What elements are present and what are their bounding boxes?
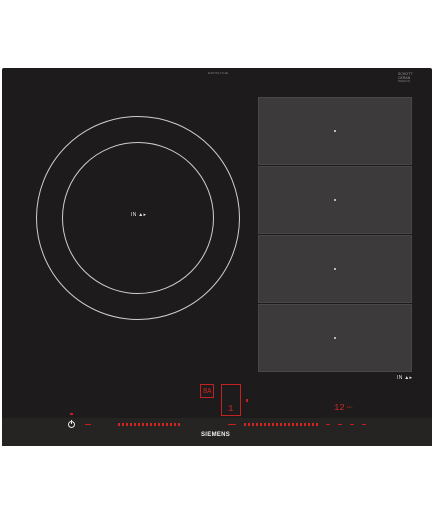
badge-line-3: PREMIUM xyxy=(398,80,410,83)
indicator-light-a xyxy=(246,399,248,402)
induction-symbol-left: IN ▲▸ xyxy=(131,212,147,218)
zone-marker-dot xyxy=(334,199,336,201)
zone-marker-dot xyxy=(334,130,336,132)
inner-ring xyxy=(62,142,214,294)
power-icon[interactable] xyxy=(68,420,75,428)
flex-zone-1[interactable] xyxy=(258,97,412,165)
induction-symbol-right: IN ▲▸ xyxy=(397,375,413,381)
power-indicator-light xyxy=(70,413,73,415)
model-label: EX675LYC1E xyxy=(208,71,229,75)
control-mark-2 xyxy=(228,424,236,425)
boost-display[interactable]: 8A xyxy=(200,384,214,398)
power-level: 1 xyxy=(228,404,234,414)
brand-logo: SIEMENS xyxy=(201,432,231,438)
timer-value: 12 xyxy=(334,403,345,413)
boost-label: 8A xyxy=(203,388,212,396)
flex-zone-3[interactable] xyxy=(258,235,412,303)
control-mark-4 xyxy=(338,424,342,425)
flex-zone-4[interactable] xyxy=(258,304,412,372)
power-level-box[interactable]: 1 xyxy=(221,384,241,416)
zone-marker-dot xyxy=(334,268,336,270)
power-slider-left[interactable] xyxy=(118,423,182,426)
zone-marker-dot xyxy=(334,337,336,339)
power-slider-right[interactable] xyxy=(244,423,320,426)
control-mark-1 xyxy=(85,424,91,425)
control-mark-6 xyxy=(362,424,366,425)
control-mark-3 xyxy=(326,424,330,425)
timer-unit: min xyxy=(347,406,353,409)
schott-ceran-badge: SCHOTT CERAN PREMIUM xyxy=(398,72,422,84)
control-mark-5 xyxy=(350,424,354,425)
flex-zone-2[interactable] xyxy=(258,166,412,234)
